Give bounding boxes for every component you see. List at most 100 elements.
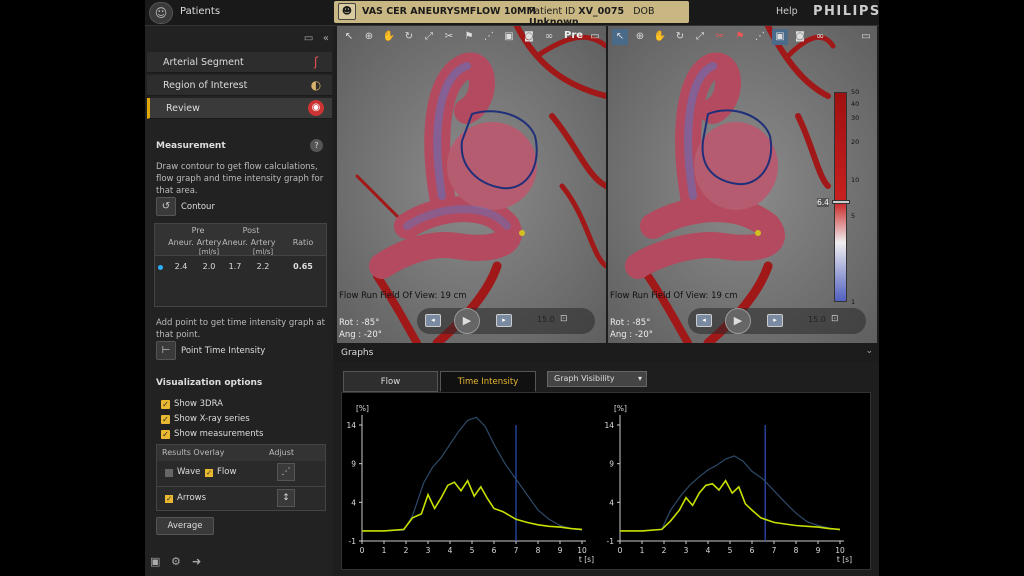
marker-icon[interactable]: ⚑ xyxy=(732,29,748,45)
graph-visibility-dropdown[interactable]: Graph Visibility ▾ xyxy=(547,371,647,387)
pan-icon[interactable]: ✋ xyxy=(381,29,397,45)
next-frame-icon[interactable]: ▸ xyxy=(496,314,512,327)
grid-icon[interactable]: ⋰ xyxy=(481,29,497,45)
adjust-arrows-icon[interactable]: ↕ xyxy=(277,489,295,507)
contour-icon[interactable]: ↺ xyxy=(156,197,176,216)
display-icon[interactable]: ▣ xyxy=(501,29,517,45)
viewer-pre[interactable]: ↖ ⊕ ✋ ↻ ⤢ ✂ ⚑ ⋰ ▣ ◙ ∞ Pre ▭ Flow Run Fie… xyxy=(337,26,606,343)
tab-flow[interactable]: Flow xyxy=(343,371,438,392)
show-measurements-label: Show measurements xyxy=(174,429,264,439)
display-icon[interactable]: ▣ xyxy=(772,29,788,45)
maximize-icon[interactable]: ▭ xyxy=(587,29,603,45)
nav-item-region-of-interest[interactable]: Region of Interest ◐ xyxy=(147,75,332,96)
average-button[interactable]: Average xyxy=(156,517,214,535)
measure-icon[interactable]: ⤢ xyxy=(421,29,437,45)
show-xray-series-checkbox[interactable]: ✓ xyxy=(161,415,170,424)
frame-rate-icon[interactable]: ⊡ xyxy=(560,314,568,324)
table-header: Pre Post Aneur. Artery [ml/s] Aneur. Art… xyxy=(155,224,326,256)
clip-icon[interactable]: ✂ xyxy=(441,29,457,45)
arrows-checkbox[interactable]: ✓ xyxy=(165,495,173,503)
x-tick-label: 7 xyxy=(514,546,519,555)
link-icon[interactable]: ∞ xyxy=(541,29,557,45)
color-scale-slider[interactable] xyxy=(832,200,850,204)
fov-label: Flow Run Field Of View: xyxy=(610,291,709,301)
contour-label[interactable]: Contour xyxy=(181,202,215,212)
x-tick-label: 8 xyxy=(794,546,799,555)
settings-icon[interactable]: ⚙ xyxy=(171,555,185,569)
point-description: Add point to get time intensity graph at… xyxy=(156,318,326,340)
play-button[interactable]: ▶ xyxy=(454,308,480,334)
patients-icon[interactable]: ☺ xyxy=(149,2,173,24)
export-icon[interactable]: ➜ xyxy=(192,555,206,569)
marker-icon[interactable]: ⚑ xyxy=(461,29,477,45)
patients-label[interactable]: Patients xyxy=(180,6,220,17)
row-marker-dot xyxy=(158,265,163,270)
x-tick-label: 9 xyxy=(816,546,821,555)
maximize-icon[interactable]: ▭ xyxy=(858,29,874,45)
rotate-icon[interactable]: ↻ xyxy=(672,29,688,45)
viewer-post[interactable]: ↖ ⊕ ✋ ↻ ⤢ ✂ ⚑ ⋰ ▣ ◙ ∞ ▭ 50 40 30 20 10 5 1 6.4… xyxy=(608,26,877,343)
rotation-readout: Rot : -85° xyxy=(610,318,651,328)
next-frame-icon[interactable]: ▸ xyxy=(767,314,783,327)
show-xray-series-label: Show X-ray series xyxy=(174,414,250,424)
pointer-icon[interactable]: ↖ xyxy=(341,29,357,45)
reference-series-line xyxy=(362,416,583,532)
color-scale-tick: 5 xyxy=(851,212,856,220)
clip-icon[interactable]: ✂ xyxy=(712,29,728,45)
color-scale-tick: 40 xyxy=(851,100,860,108)
point-time-intensity-icon[interactable]: ⊢ xyxy=(156,341,176,360)
panel-options-icon[interactable]: ▭ xyxy=(304,33,313,44)
header-post-unit: [ml/s] xyxy=(252,248,274,256)
y-tick-label: 9 xyxy=(351,460,356,469)
rotate-icon[interactable]: ↻ xyxy=(401,29,417,45)
artery-icon: ʃ xyxy=(313,55,319,69)
camera-icon[interactable]: ◙ xyxy=(521,29,537,45)
visualization-title: Visualization options xyxy=(156,378,263,388)
pan-icon[interactable]: ✋ xyxy=(652,29,668,45)
help-icon[interactable]: ? xyxy=(310,139,323,152)
collapse-graphs-icon[interactable]: ⌄ xyxy=(865,346,873,356)
header-pre-unit: [ml/s] xyxy=(198,248,220,256)
cell-post-aneur: 1.7 xyxy=(228,262,242,271)
viewer-toolbar: ↖ ⊕ ✋ ↻ ⤢ ✂ ⚑ ⋰ ▣ ◙ ∞ Pre ▭ xyxy=(337,26,606,48)
graphs-header: Graphs ⌄ xyxy=(333,343,879,362)
point-time-intensity-label[interactable]: Point Time Intensity xyxy=(181,346,265,356)
header-post: Post xyxy=(242,226,260,235)
link-icon[interactable]: ∞ xyxy=(812,29,828,45)
previous-frame-icon[interactable]: ◂ xyxy=(696,314,712,327)
x-tick-label: 2 xyxy=(404,546,409,555)
nav-item-arterial-segment[interactable]: Arterial Segment ʃ xyxy=(147,52,332,73)
x-tick-label: 2 xyxy=(662,546,667,555)
table-row[interactable]: 2.4 2.0 1.7 2.2 0.65 xyxy=(155,258,326,274)
zoom-icon[interactable]: ⊕ xyxy=(361,29,377,45)
x-tick-label: 0 xyxy=(360,546,365,555)
brand-logo: PHILIPS xyxy=(813,4,879,19)
overlay-divider xyxy=(157,486,325,487)
zoom-icon[interactable]: ⊕ xyxy=(632,29,648,45)
adjust-flow-icon[interactable]: ⋰ xyxy=(277,463,295,481)
y-tick-label: -1 xyxy=(607,537,615,546)
playback-bar: ◂ ▶ ▸ 15.0 ⊡ xyxy=(688,308,866,334)
cell-ratio: 0.65 xyxy=(293,262,313,271)
show-3dra-checkbox[interactable]: ✓ xyxy=(161,400,170,409)
pointer-icon[interactable]: ↖ xyxy=(612,29,628,45)
grid-icon[interactable]: ⋰ xyxy=(752,29,768,45)
show-measurements-checkbox[interactable]: ✓ xyxy=(161,430,170,439)
y-axis-label: [%] xyxy=(614,404,627,413)
flow-checkbox[interactable]: ✓ xyxy=(205,469,213,477)
tab-time-intensity[interactable]: Time Intensity xyxy=(440,371,536,392)
y-axis-label: [%] xyxy=(356,404,369,413)
nav-item-review[interactable]: Review ◉ xyxy=(147,98,332,119)
camera-icon[interactable]: ◙ xyxy=(792,29,808,45)
wave-checkbox[interactable] xyxy=(165,469,173,477)
screenshot-icon[interactable]: ▣ xyxy=(150,555,164,569)
measure-icon[interactable]: ⤢ xyxy=(692,29,708,45)
fov-value: 19 cm xyxy=(711,291,738,301)
collapse-panel-icon[interactable]: « xyxy=(323,33,329,44)
time-intensity-charts: [%]1494-10 1 2 3 4 5 6 7 8 9 10t [s][%]1494-10 1 2 3 4… xyxy=(346,404,852,564)
play-button[interactable]: ▶ xyxy=(725,308,751,334)
help-link[interactable]: Help xyxy=(776,6,798,17)
frame-rate-icon[interactable]: ⊡ xyxy=(831,314,839,324)
previous-frame-icon[interactable]: ◂ xyxy=(425,314,441,327)
viewer-tag: Pre xyxy=(564,30,584,41)
